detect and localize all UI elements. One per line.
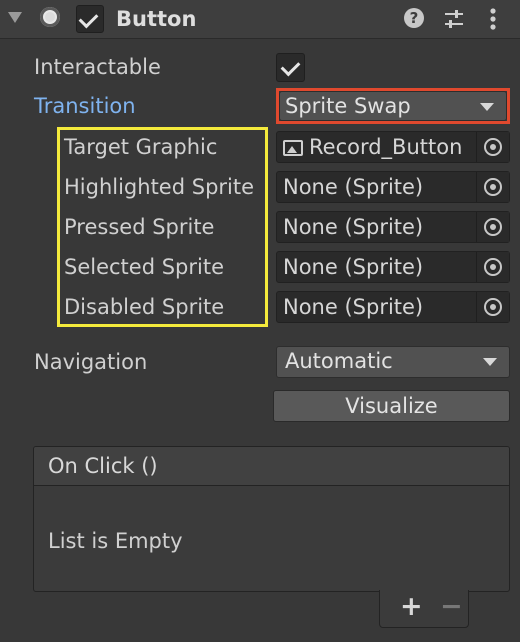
fold-arrow-icon[interactable]: [8, 12, 22, 23]
object-picker-button[interactable]: [476, 132, 509, 162]
checkmark-icon: [280, 56, 301, 77]
object-picker-button[interactable]: [476, 252, 509, 282]
transition-label: Transition: [34, 94, 136, 118]
object-picker-button[interactable]: [476, 212, 509, 242]
object-picker-button[interactable]: [476, 292, 509, 322]
pressed-sprite-value: None (Sprite): [283, 215, 424, 239]
disabled-sprite-value: None (Sprite): [283, 295, 424, 319]
image-icon: [283, 140, 303, 156]
list-add-remove-controls: + −: [379, 590, 469, 628]
selected-sprite-label: Selected Sprite: [64, 255, 224, 279]
pressed-sprite-field[interactable]: None (Sprite): [276, 211, 510, 243]
list-empty-text: List is Empty: [48, 529, 183, 553]
object-picker-icon: [484, 298, 502, 316]
target-graphic-field[interactable]: Record_Button: [276, 131, 510, 163]
object-picker-icon: [484, 258, 502, 276]
remove-listener-button[interactable]: −: [440, 590, 463, 624]
dropdown-arrow-icon: [483, 358, 497, 366]
object-picker-icon: [484, 178, 502, 196]
navigation-value: Automatic: [285, 349, 393, 373]
add-listener-button[interactable]: +: [400, 590, 423, 624]
navigation-label: Navigation: [34, 350, 148, 374]
interactable-checkbox[interactable]: [276, 53, 305, 82]
help-icon[interactable]: ?: [404, 8, 424, 28]
selected-sprite-value: None (Sprite): [283, 255, 424, 279]
highlighted-sprite-label: Highlighted Sprite: [64, 175, 255, 199]
transition-highlight-box: [276, 88, 510, 124]
disabled-sprite-field[interactable]: None (Sprite): [276, 291, 510, 323]
navigation-dropdown[interactable]: Automatic: [276, 346, 510, 378]
on-click-event-list: On Click () List is Empty: [33, 446, 510, 592]
target-graphic-value: Record_Button: [309, 135, 463, 159]
highlighted-sprite-field[interactable]: None (Sprite): [276, 171, 510, 203]
object-picker-button[interactable]: [476, 172, 509, 202]
on-click-header: On Click (): [34, 447, 509, 486]
on-click-title: On Click (): [48, 454, 158, 478]
pressed-sprite-label: Pressed Sprite: [64, 215, 215, 239]
component-title: Button: [116, 7, 197, 31]
component-enabled-checkbox[interactable]: [76, 5, 104, 33]
selected-sprite-field[interactable]: None (Sprite): [276, 251, 510, 283]
highlighted-sprite-value: None (Sprite): [283, 175, 424, 199]
object-picker-icon: [484, 138, 502, 156]
object-picker-icon: [484, 218, 502, 236]
checkmark-icon: [78, 8, 99, 29]
context-menu-icon[interactable]: [486, 7, 500, 31]
preset-icon[interactable]: [442, 7, 466, 31]
visualize-button[interactable]: Visualize: [273, 390, 510, 422]
target-graphic-label: Target Graphic: [64, 135, 218, 159]
disabled-sprite-label: Disabled Sprite: [64, 295, 225, 319]
interactable-label: Interactable: [34, 55, 161, 79]
button-component-icon: [40, 7, 60, 27]
